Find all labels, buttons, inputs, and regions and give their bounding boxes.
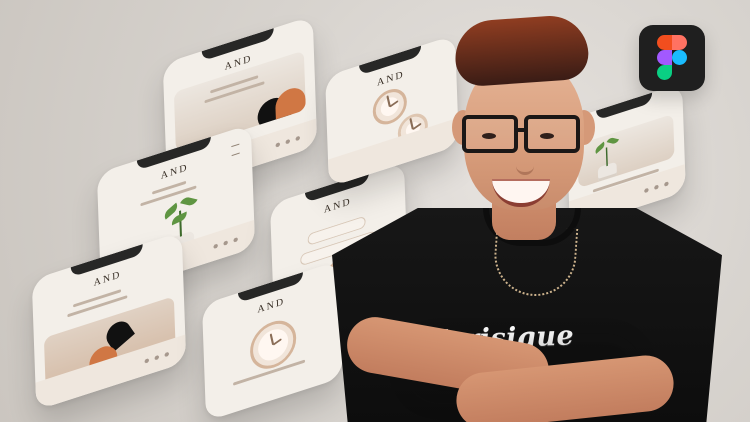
figma-icon-piece-purple (657, 50, 672, 65)
eye-left (482, 133, 496, 139)
thumbnail-stage: AND AND AND AND AND AND (0, 0, 750, 422)
abstract-orange-shape (274, 84, 306, 124)
glasses (458, 115, 584, 153)
figma-icon-piece-orange (672, 35, 687, 50)
figma-app-badge (639, 25, 705, 91)
phone-mockup-3: AND (31, 231, 187, 411)
nose (516, 146, 534, 175)
figma-icon (657, 35, 687, 80)
brand-mark-text: AND (160, 162, 189, 182)
figma-icon-piece-blue (672, 50, 687, 65)
hair (452, 13, 591, 88)
figma-icon-piece-red (657, 35, 672, 50)
eye-right (540, 133, 554, 139)
brand-mark-text: AND (93, 269, 122, 289)
phone-mockup-5: AND (201, 260, 344, 422)
figma-icon-piece-green (657, 65, 672, 80)
brand-mark-text: AND (257, 295, 286, 316)
plant-leaf (180, 196, 198, 207)
